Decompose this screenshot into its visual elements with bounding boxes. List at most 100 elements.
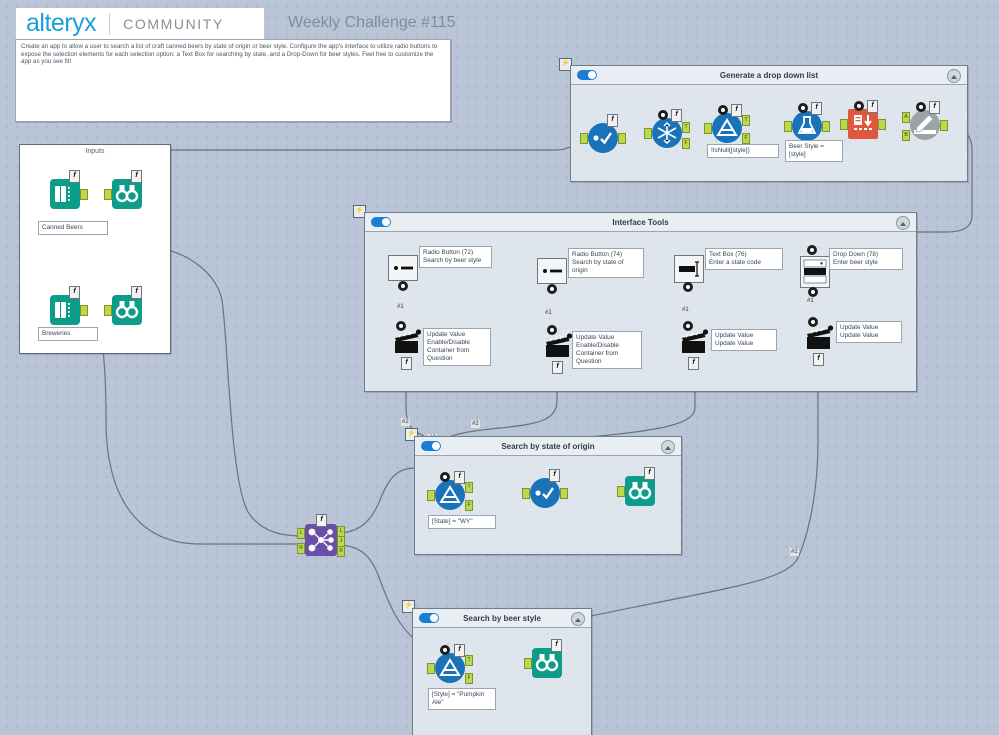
gear-badge-icon — [808, 287, 818, 297]
input-anchor[interactable] — [427, 490, 435, 501]
tool-dd-unique[interactable]: f T F — [644, 109, 690, 149]
input-anchor[interactable] — [522, 488, 530, 499]
tool-breweries-label: Breweries — [38, 327, 98, 341]
tool-action-dropdown-78-annotation: Update Value Update Value — [836, 321, 902, 343]
action-name: Update Value — [427, 331, 466, 338]
tool-textbox-76-annotation: Text Box (76) Enter a state code — [705, 248, 783, 270]
input-anchor[interactable] — [784, 121, 792, 132]
tool-state-select[interactable]: f — [522, 469, 568, 508]
tool-action-radio-74[interactable]: f — [543, 325, 573, 374]
connection-label-1d: #1 — [806, 297, 815, 305]
drop-down-icon[interactable] — [800, 256, 830, 288]
tool-canned-beers[interactable]: f — [50, 170, 88, 209]
output-anchor[interactable] — [878, 119, 886, 130]
output-anchor-false[interactable]: F — [465, 500, 473, 511]
tool-radio-72-question: Search by beer style — [423, 257, 482, 264]
tool-radio-74-annotation: Radio Button (74) Search by state of ori… — [568, 248, 644, 278]
input-anchor[interactable] — [704, 123, 712, 134]
gear-badge-icon — [547, 284, 557, 294]
output-anchor[interactable] — [80, 189, 88, 200]
tool-join[interactable]: f L R L J R — [297, 514, 345, 557]
formula-badge-icon: f — [607, 114, 618, 127]
container-inputs[interactable]: Inputs — [19, 144, 171, 354]
output-anchor[interactable] — [618, 133, 626, 144]
formula-badge-icon: f — [929, 101, 940, 114]
input-anchor-a[interactable]: A — [902, 112, 910, 123]
output-anchor[interactable] — [822, 121, 830, 132]
input-anchor-b[interactable]: B — [902, 130, 910, 141]
container-style-header[interactable]: Search by beer style — [413, 609, 591, 628]
formula-badge-icon: f — [551, 639, 562, 652]
formula-icon — [792, 111, 822, 141]
gear-badge-icon — [854, 101, 864, 111]
select-icon — [588, 123, 618, 153]
formula-badge-icon: f — [131, 170, 142, 183]
output-anchor-r[interactable]: R — [337, 546, 345, 557]
formula-badge-icon: f — [454, 471, 465, 484]
output-anchor-u[interactable]: T — [682, 122, 690, 133]
container-dropdown-collapse-icon[interactable] — [947, 69, 961, 83]
tool-dd-sort[interactable]: f — [840, 100, 886, 139]
container-dropdown-toggle[interactable] — [577, 70, 597, 80]
tool-dd-append-fields[interactable]: f A B — [902, 101, 948, 141]
input-anchor[interactable] — [427, 663, 435, 674]
tool-browse-canned-beers[interactable]: f — [104, 170, 142, 209]
input-anchor[interactable] — [524, 658, 532, 669]
alteryx-canvas[interactable]: alteryx COMMUNITY Weekly Challenge #115 … — [0, 0, 999, 735]
text-box-icon[interactable] — [674, 255, 704, 283]
container-interface-title: Interface Tools — [612, 217, 669, 227]
tool-style-filter[interactable]: f T F — [427, 644, 473, 684]
action-desc: Update Value — [715, 340, 754, 347]
container-interface-header[interactable]: Interface Tools — [365, 213, 916, 232]
radio-button-icon[interactable] — [537, 258, 567, 284]
alteryx-logo-plate: alteryx COMMUNITY — [16, 8, 264, 39]
output-anchor-true[interactable]: T — [465, 482, 473, 493]
output-anchor-false[interactable]: F — [465, 673, 473, 684]
container-style-toggle[interactable] — [419, 613, 439, 623]
container-interface-toggle[interactable] — [371, 217, 391, 227]
tool-dd-filter[interactable]: f T F — [704, 104, 750, 144]
action-desc: Enable/Disable Container from Question — [576, 342, 619, 365]
formula-badge-icon: f — [867, 100, 878, 113]
tool-dd-formula[interactable]: f — [784, 102, 830, 141]
output-anchor-true[interactable]: T — [465, 655, 473, 666]
connection-label-2a: #2 — [401, 418, 410, 426]
input-anchor[interactable] — [840, 119, 848, 130]
tool-dd-select[interactable]: f — [580, 114, 626, 153]
output-anchor[interactable] — [560, 488, 568, 499]
output-anchor-d[interactable]: F — [682, 138, 690, 149]
container-state-header[interactable]: Search by state of origin — [415, 437, 681, 456]
tool-action-radio-72[interactable]: f — [392, 321, 422, 370]
tool-action-dropdown-78[interactable]: f — [804, 317, 834, 366]
input-anchor[interactable] — [617, 486, 625, 497]
container-dropdown-header[interactable]: Generate a drop down list — [571, 66, 967, 85]
container-generate-dropdown[interactable]: Generate a drop down list — [570, 65, 968, 182]
tool-state-browse[interactable]: f — [617, 467, 655, 506]
browse-icon — [112, 179, 142, 209]
radio-button-icon[interactable] — [388, 255, 418, 281]
tool-action-textbox-76[interactable]: f — [679, 321, 709, 370]
tool-style-browse[interactable]: f — [524, 639, 562, 678]
input-anchor[interactable] — [644, 128, 652, 139]
gear-badge-icon — [807, 245, 817, 255]
browse-icon — [625, 476, 655, 506]
input-anchor[interactable] — [104, 189, 112, 200]
input-anchor-r[interactable]: R — [297, 543, 305, 554]
container-interface-collapse-icon[interactable] — [896, 216, 910, 230]
filter-icon — [435, 480, 465, 510]
output-anchor-false[interactable]: F — [742, 133, 750, 144]
input-anchor[interactable] — [580, 133, 588, 144]
container-state-toggle[interactable] — [421, 441, 441, 451]
container-style-collapse-icon[interactable] — [571, 612, 585, 626]
tool-browse-breweries[interactable]: f — [104, 286, 142, 325]
container-state-collapse-icon[interactable] — [661, 440, 675, 454]
description-comment-box[interactable]: Create an app to allow a user to search … — [15, 39, 451, 122]
tool-breweries[interactable]: f — [50, 286, 88, 325]
output-anchor[interactable] — [940, 120, 948, 131]
filter-icon — [435, 653, 465, 683]
output-anchor[interactable] — [80, 305, 88, 316]
input-anchor[interactable] — [104, 305, 112, 316]
tool-state-filter[interactable]: f T F — [427, 471, 473, 511]
output-anchor-true[interactable]: T — [742, 115, 750, 126]
input-anchor-l[interactable]: L — [297, 528, 305, 539]
